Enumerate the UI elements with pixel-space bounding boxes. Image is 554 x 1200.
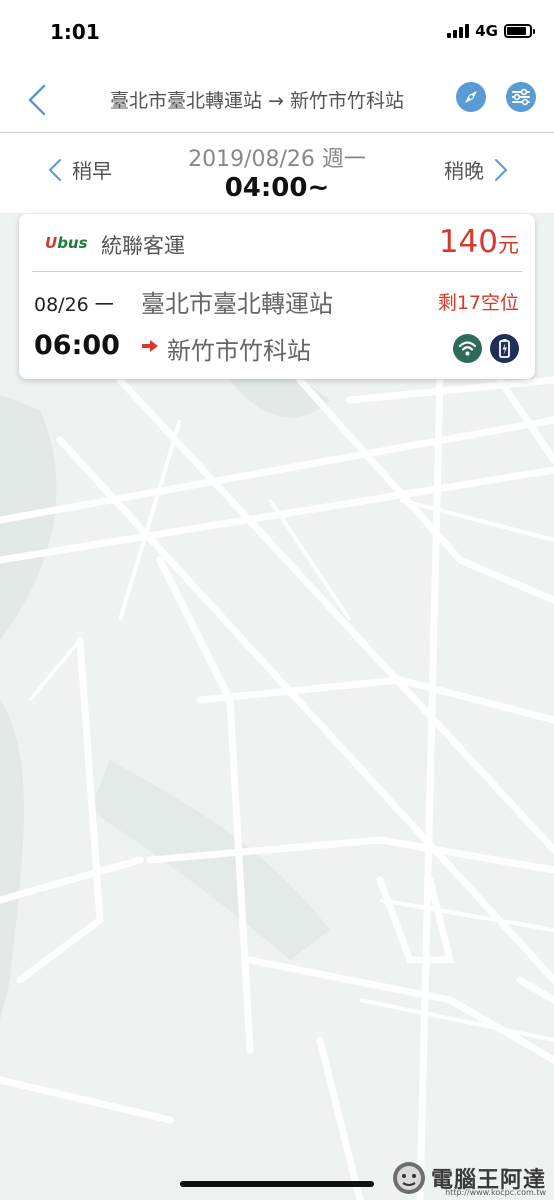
chevron-left-icon <box>28 84 46 116</box>
watermark: 電腦王阿達 http://www.kocpc.com.tw <box>391 1160 546 1197</box>
wifi-icon <box>458 341 477 356</box>
compass-button[interactable] <box>455 81 487 113</box>
date-navigation: 稍早 2019/08/26 週一 04:00~ 稍晚 <box>0 133 554 213</box>
departure-date: 08/26 一 <box>34 294 114 316</box>
network-type: 4G <box>475 22 498 40</box>
later-label: 稍晚 <box>444 159 484 183</box>
wifi-badge <box>453 334 482 363</box>
watermark-url: http://www.kocpc.com.tw <box>445 1188 546 1197</box>
back-button[interactable] <box>20 80 60 120</box>
divider <box>32 271 522 272</box>
compass-icon <box>456 82 486 112</box>
charging-badge <box>490 334 519 363</box>
company-logo: Ubus <box>45 234 88 252</box>
trip-card[interactable]: Ubus 統聯客運 140元 08/26 一 臺北市臺北轉運站 剩17空位 06… <box>19 214 535 379</box>
price: 140元 <box>439 224 519 260</box>
departure-time: 06:00 <box>34 330 120 361</box>
company-name: 統聯客運 <box>101 234 185 258</box>
sliders-icon <box>506 82 536 112</box>
status-time: 1:01 <box>50 20 100 44</box>
header-bar: 臺北市臺北轉運站 → 新竹市竹科站 <box>0 68 554 133</box>
filter-button[interactable] <box>505 81 537 113</box>
route-title: 臺北市臺北轉運站 → 新竹市竹科站 <box>110 90 404 112</box>
charging-icon <box>499 339 510 358</box>
home-indicator[interactable] <box>180 1181 374 1187</box>
signal-icon <box>447 24 470 38</box>
origin-station: 臺北市臺北轉運站 <box>141 290 333 318</box>
seats-remaining: 剩17空位 <box>437 292 519 314</box>
mascot-logo-icon <box>392 1162 425 1194</box>
status-indicators: 4G <box>447 22 535 40</box>
price-value: 140 <box>438 224 498 260</box>
logo-rest: bus <box>57 234 88 252</box>
chevron-right-icon <box>495 158 508 181</box>
battery-icon <box>504 24 535 38</box>
price-unit: 元 <box>498 233 519 257</box>
logo-prefix: U <box>45 234 58 252</box>
destination-station: 新竹市竹科站 <box>167 337 311 365</box>
later-button[interactable]: 稍晚 <box>444 155 510 184</box>
arrow-right-icon <box>142 340 158 352</box>
status-bar: 1:01 4G <box>0 0 554 68</box>
